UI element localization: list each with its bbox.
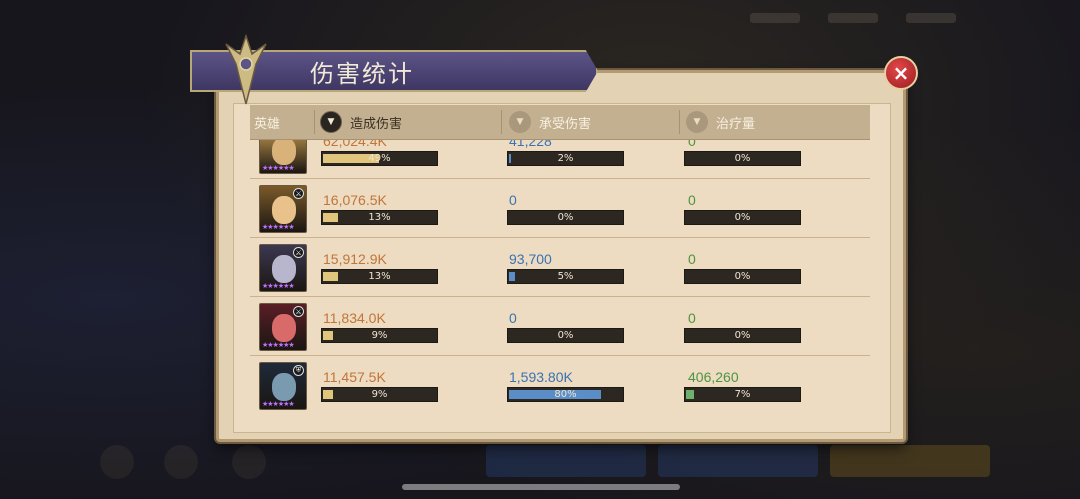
table-row: ⚔ ★★★★★★ 16,076.5K 13% 0 0% 0 0% [250,179,870,238]
healing-percent: 0% [734,212,751,223]
bg-menu-button [100,445,134,479]
hero-face [272,373,296,401]
healing-bar: 0% [684,210,801,225]
hero-face [272,314,296,342]
damage-taken-bar: 0% [507,328,624,343]
affinity-icon: ⚔ [293,188,304,199]
damage-dealt-percent: 9% [371,389,388,400]
damage-dealt-bar: 49% [321,151,438,166]
bg-menu-button [232,445,266,479]
damage-taken-bar: 2% [507,151,624,166]
close-icon: × [892,61,910,85]
damage-taken-bar: 5% [507,269,624,284]
hero-avatar[interactable]: ⚔ ★★★★★★ [259,303,307,351]
healing-percent: 0% [734,153,751,164]
damage-taken-bar: 80% [507,387,624,402]
sort-damage-taken[interactable]: ▼ 承受伤害 [509,108,591,136]
sort-damage-dealt[interactable]: ▼ 造成伤害 [320,108,402,136]
damage-dealt-value: 11,457.5K [323,369,386,385]
hero-face [272,255,296,283]
affinity-icon: ⚔ [293,306,304,317]
damage-dealt-bar: 13% [321,269,438,284]
column-divider [314,110,315,134]
healing-value: 0 [688,310,696,326]
healing-percent: 7% [734,389,751,400]
affinity-icon: ⚔ [293,247,304,258]
column-heal-label: 治疗量 [716,116,756,132]
table-row: ⚔ ★★★★★★ 11,834.0K 9% 0 0% 0 0% [250,297,870,356]
damage-dealt-value: 62,024.4K [323,140,387,149]
star-rating: ★★★★★★ [262,164,295,172]
healing-bar: 0% [684,269,801,284]
damage-dealt-percent: 13% [368,271,391,282]
table-row: ⛨ ★★★★★★ 11,457.5K 9% 1,593.80K 80% 406,… [250,356,870,410]
healing-percent: 0% [734,271,751,282]
resource-bar [750,8,1010,28]
sort-arrow-icon: ▼ [686,111,708,133]
damage-dealt-percent: 13% [368,212,391,223]
column-hero: 英雄 [254,117,281,132]
bg-action-button [830,445,990,477]
hero-avatar[interactable]: ★★★★★★ [259,140,307,174]
close-button[interactable]: × [884,56,918,90]
hero-face [272,140,296,165]
sort-arrow-icon: ▼ [320,111,342,133]
emblem-icon [225,34,267,105]
healing-bar: 0% [684,328,801,343]
damage-dealt-percent: 9% [371,330,388,341]
damage-dealt-value: 16,076.5K [323,192,387,208]
table-row: ⚔ ★★★★★★ 15,912.9K 13% 93,700 5% 0 0% [250,238,870,297]
sort-healing[interactable]: ▼ 治疗量 [686,108,755,136]
damage-taken-percent: 0% [557,212,574,223]
damage-taken-value: 93,700 [509,251,552,267]
damage-taken-percent: 5% [557,271,574,282]
hero-avatar[interactable]: ⚔ ★★★★★★ [259,244,307,292]
dialog-title: 伤害统计 [310,60,414,88]
sort-arrow-icon: ▼ [509,111,531,133]
healing-percent: 0% [734,330,751,341]
table-row: ★★★★★★ 62,024.4K 49% 41,228 2% 0 0% [250,140,870,179]
column-divider [679,110,680,134]
damage-taken-bar: 0% [507,210,624,225]
bg-action-button [486,445,646,477]
damage-dealt-value: 15,912.9K [323,251,387,267]
star-rating: ★★★★★★ [262,400,295,408]
damage-dealt-percent: 49% [368,153,391,164]
damage-taken-value: 0 [509,192,517,208]
healing-bar: 0% [684,151,801,166]
damage-taken-percent: 0% [557,330,574,341]
healing-value: 406,260 [688,369,739,385]
healing-value: 0 [688,251,696,267]
hero-face [272,196,296,224]
star-rating: ★★★★★★ [262,223,295,231]
column-damage-label: 造成伤害 [350,116,403,132]
bg-menu-button [164,445,198,479]
healing-value: 0 [688,140,696,149]
damage-taken-percent: 80% [554,389,577,400]
stats-list[interactable]: ★★★★★★ 62,024.4K 49% 41,228 2% 0 0% ⚔ ★★… [250,140,870,410]
damage-dealt-bar: 9% [321,387,438,402]
healing-value: 0 [688,192,696,208]
column-taken-label: 承受伤害 [539,116,592,132]
damage-dealt-value: 11,834.0K [323,310,386,326]
home-indicator[interactable] [402,484,680,490]
damage-taken-value: 1,593.80K [509,369,573,385]
damage-dealt-bar: 13% [321,210,438,225]
column-divider [501,110,502,134]
star-rating: ★★★★★★ [262,282,295,290]
damage-dealt-bar: 9% [321,328,438,343]
star-rating: ★★★★★★ [262,341,295,349]
damage-taken-value: 41,228 [509,140,552,149]
bg-action-button [658,445,818,477]
damage-taken-value: 0 [509,310,517,326]
hero-avatar[interactable]: ⛨ ★★★★★★ [259,362,307,410]
healing-bar: 7% [684,387,801,402]
hero-avatar[interactable]: ⚔ ★★★★★★ [259,185,307,233]
affinity-icon: ⛨ [293,365,304,376]
damage-taken-percent: 2% [557,153,574,164]
